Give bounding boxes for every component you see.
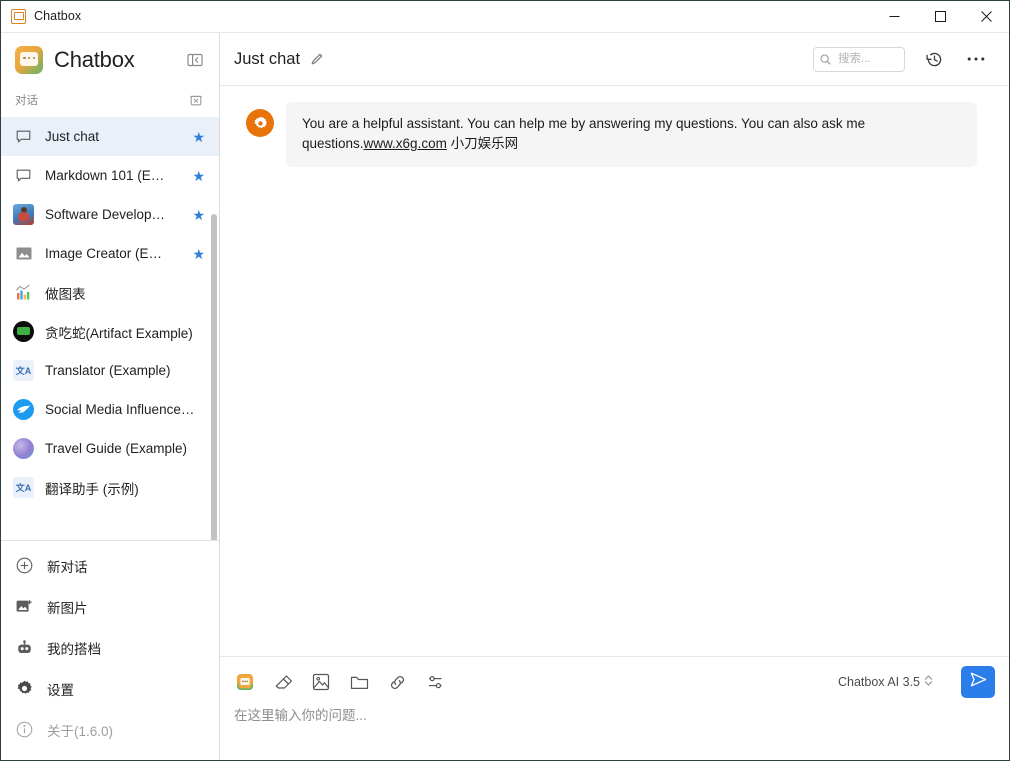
- chat-list-item[interactable]: Travel Guide (Example): [1, 429, 219, 468]
- close-button[interactable]: [963, 1, 1009, 32]
- sidebar-item-label: 我的搭档: [47, 638, 101, 658]
- sidebar-item-new-chat[interactable]: 新对话: [1, 545, 219, 586]
- composer: Chatbox AI 3.5: [220, 656, 1009, 760]
- new-image-icon: [15, 597, 34, 616]
- search-icon: [820, 54, 831, 65]
- info-icon: [15, 720, 34, 739]
- image-icon[interactable]: [310, 671, 332, 693]
- chatbox-window: Chatbox Chatbox: [0, 0, 1010, 761]
- window-title: Chatbox: [34, 9, 81, 23]
- link-icon[interactable]: [386, 671, 408, 693]
- eraser-icon[interactable]: [272, 671, 294, 693]
- chat-list-item-label: 贪吃蛇(Artifact Example): [45, 322, 205, 342]
- search-box[interactable]: [813, 47, 905, 72]
- sidebar-scrollbar[interactable]: [211, 214, 217, 540]
- chat-list-item[interactable]: Just chat ★: [1, 117, 219, 156]
- main-header: Just chat: [220, 33, 1009, 86]
- chevron-updown-icon: [924, 674, 933, 690]
- message-link[interactable]: www.x6g.com: [364, 136, 447, 151]
- sidebar-item-label: 设置: [47, 679, 74, 699]
- sidebar-bottom-nav: 新对话 新图片 我的搭档: [1, 541, 219, 760]
- message-row: You are a helpful assistant. You can hel…: [232, 102, 977, 167]
- chatbox-app-icon: [11, 9, 26, 24]
- body: Chatbox 对话: [1, 32, 1009, 760]
- trash-icon[interactable]: [187, 91, 205, 109]
- chat-list-item[interactable]: Image Creator (E… ★: [1, 234, 219, 273]
- sidebar: Chatbox 对话: [1, 33, 220, 760]
- composer-toolbar: Chatbox AI 3.5: [234, 667, 995, 697]
- chat-list-item-label: Image Creator (E…: [45, 246, 181, 261]
- main-panel: Just chat: [220, 33, 1009, 760]
- plus-circle-icon: [15, 556, 34, 575]
- title-bar: Chatbox: [1, 1, 1009, 32]
- chat-list-item-label: Just chat: [45, 129, 181, 144]
- chat-list-item-label: 做图表: [45, 283, 205, 303]
- twitter-avatar-icon: [13, 399, 34, 420]
- message-input[interactable]: [234, 706, 995, 746]
- chat-list-item[interactable]: 文A 翻译助手 (示例): [1, 468, 219, 507]
- sliders-icon[interactable]: [424, 671, 446, 693]
- message-list: You are a helpful assistant. You can hel…: [220, 86, 1009, 656]
- chatbox-logo-icon: [15, 46, 43, 74]
- chat-list-item[interactable]: Social Media Influence…: [1, 390, 219, 429]
- chat-list-item[interactable]: 贪吃蛇(Artifact Example): [1, 312, 219, 351]
- sidebar-section-title: 对话: [15, 92, 187, 108]
- message-bubble: You are a helpful assistant. You can hel…: [286, 102, 977, 167]
- history-icon[interactable]: [921, 46, 947, 72]
- sidebar-item-about[interactable]: 关于(1.6.0): [1, 709, 219, 750]
- star-icon[interactable]: ★: [192, 247, 205, 261]
- message-text-suffix: 小刀娱乐网: [447, 136, 518, 151]
- title-bar-left: Chatbox: [1, 9, 81, 24]
- sidebar-item-new-image[interactable]: 新图片: [1, 586, 219, 627]
- sidebar-brand-row: Chatbox: [1, 33, 219, 86]
- star-icon[interactable]: ★: [192, 208, 205, 222]
- sidebar-section-header: 对话: [1, 86, 219, 114]
- sidebar-item-my-partners[interactable]: 我的搭档: [1, 627, 219, 668]
- model-label: Chatbox AI 3.5: [838, 675, 920, 689]
- translator-avatar-icon: 文A: [13, 360, 34, 381]
- robot-icon: [15, 638, 34, 657]
- maximize-button[interactable]: [917, 1, 963, 32]
- snake-game-avatar-icon: [13, 321, 34, 342]
- chat-list-item[interactable]: Software Develop… ★: [1, 195, 219, 234]
- sidebar-item-label: 新对话: [47, 556, 88, 576]
- pencil-icon[interactable]: [310, 52, 324, 66]
- gear-icon: [15, 679, 34, 698]
- sidebar-item-label: 新图片: [47, 597, 88, 617]
- page-title: Just chat: [234, 50, 300, 69]
- star-icon[interactable]: ★: [192, 169, 205, 183]
- translator-avatar-icon: 文A: [13, 477, 34, 498]
- model-selector[interactable]: Chatbox AI 3.5: [838, 674, 933, 690]
- chat-list-item-label: Software Develop…: [45, 207, 181, 222]
- chat-list-item[interactable]: Markdown 101 (E… ★: [1, 156, 219, 195]
- folder-icon[interactable]: [348, 671, 370, 693]
- window-controls: [871, 1, 1009, 32]
- globe-avatar-icon: [13, 438, 34, 459]
- search-input[interactable]: [836, 52, 898, 66]
- sidebar-item-settings[interactable]: 设置: [1, 668, 219, 709]
- chat-list-item[interactable]: 文A Translator (Example): [1, 351, 219, 390]
- sidebar-item-label: 关于(1.6.0): [47, 720, 113, 740]
- more-horizontal-icon[interactable]: [963, 46, 989, 72]
- send-icon: [969, 670, 988, 694]
- chat-bubble-icon: [13, 126, 34, 147]
- chat-list-item-label: Travel Guide (Example): [45, 441, 205, 456]
- minimize-button[interactable]: [871, 1, 917, 32]
- developer-avatar-icon: [13, 204, 34, 225]
- brand-name: Chatbox: [54, 47, 185, 73]
- chat-list-item-label: 翻译助手 (示例): [45, 478, 205, 498]
- chat-bubble-icon: [13, 165, 34, 186]
- chat-list-item-label: Markdown 101 (E…: [45, 168, 181, 183]
- chat-list-item-label: Social Media Influence…: [45, 402, 205, 417]
- chat-list-item[interactable]: 做图表: [1, 273, 219, 312]
- chat-list[interactable]: Just chat ★ Markdown 101 (E… ★ Software …: [1, 114, 219, 540]
- image-icon: [13, 243, 34, 264]
- collapse-sidebar-icon[interactable]: [185, 50, 205, 70]
- chat-list-item-label: Translator (Example): [45, 363, 205, 378]
- system-avatar: [246, 109, 274, 137]
- chart-avatar-icon: [13, 282, 34, 303]
- chatbox-icon[interactable]: [234, 671, 256, 693]
- star-icon[interactable]: ★: [192, 130, 205, 144]
- send-button[interactable]: [961, 666, 995, 698]
